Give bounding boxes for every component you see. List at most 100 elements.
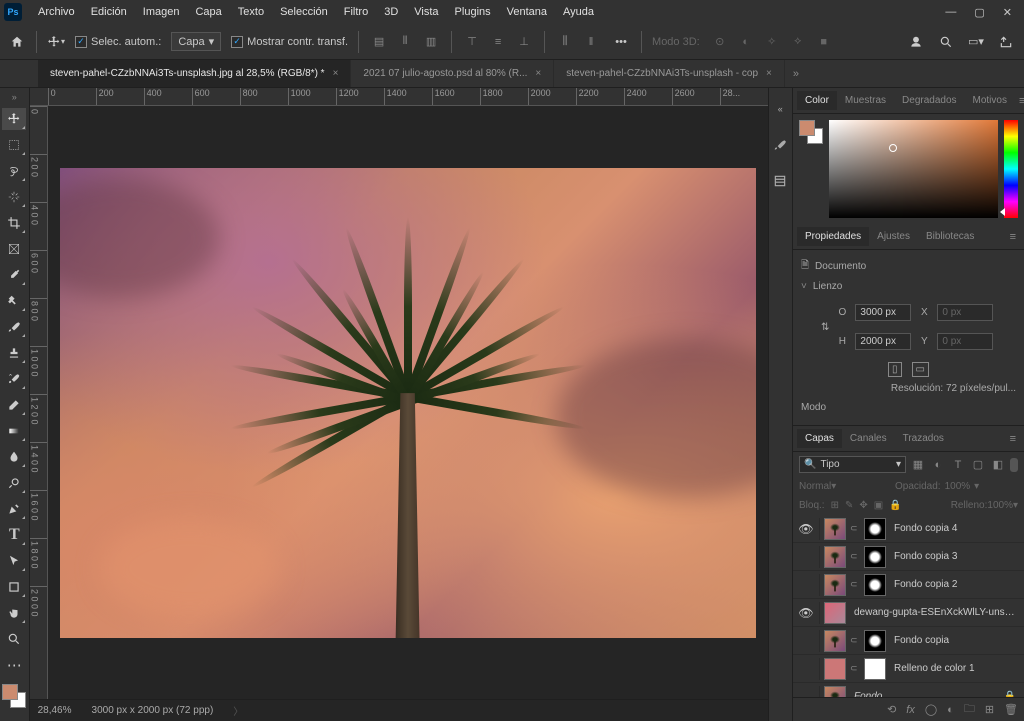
menu-edicion[interactable]: Edición	[83, 2, 135, 22]
orientation-portrait-icon[interactable]: ▯	[888, 362, 902, 377]
layer-thumbnail[interactable]	[824, 658, 846, 680]
tab-properties[interactable]: Propiedades	[797, 227, 869, 246]
align-center-h-icon[interactable]: ⫴	[395, 32, 415, 52]
menu-capa[interactable]: Capa	[187, 2, 229, 22]
visibility-icon[interactable]: 👁	[797, 606, 815, 620]
layer-name[interactable]: Fondo copia	[890, 635, 1020, 646]
delete-layer-icon[interactable]: 🗑	[1004, 703, 1018, 716]
layer-filter-dropdown[interactable]: 🔍Tipo▾	[799, 456, 906, 473]
layer-thumbnail[interactable]	[824, 686, 846, 698]
layer-mask-thumbnail[interactable]	[864, 574, 886, 596]
healing-tool[interactable]	[2, 290, 26, 312]
filter-pixel-icon[interactable]: ▦	[910, 457, 926, 473]
tab-swatches[interactable]: Muestras	[837, 91, 894, 110]
color-picker-field[interactable]	[829, 120, 998, 218]
frame-tool[interactable]	[2, 238, 26, 260]
layer-row[interactable]: 👁 ⊂ Fondo copia 4	[793, 515, 1024, 543]
maximize-icon[interactable]: ▢	[974, 6, 984, 19]
filter-toggle[interactable]	[1010, 458, 1018, 472]
tab-color[interactable]: Color	[797, 91, 837, 110]
panel-menu-icon[interactable]: ≡	[1006, 429, 1020, 449]
layer-row[interactable]: Fondo🔒	[793, 683, 1024, 697]
close-icon[interactable]: ✕	[1003, 6, 1012, 19]
menu-texto[interactable]: Texto	[230, 2, 272, 22]
layer-thumbnail[interactable]	[824, 630, 846, 652]
shape-tool[interactable]	[2, 576, 26, 598]
menu-imagen[interactable]: Imagen	[135, 2, 188, 22]
opacity-value[interactable]: 100%	[945, 481, 971, 492]
layer-row[interactable]: 👁 dewang-gupta-ESEnXckWlLY-unsplash	[793, 599, 1024, 627]
edit-toolbar[interactable]: ⋯	[2, 654, 26, 676]
layer-fx-icon[interactable]: fx	[906, 704, 915, 716]
visibility-icon[interactable]: 👁	[797, 522, 815, 536]
close-tab-icon[interactable]: ×	[333, 68, 339, 79]
quick-select-tool[interactable]	[2, 186, 26, 208]
align-middle-icon[interactable]: ≡	[488, 32, 508, 52]
layer-row[interactable]: ⊂Fondo copia 2	[793, 571, 1024, 599]
tab-channels[interactable]: Canales	[842, 429, 895, 448]
layer-row[interactable]: ⊂Fondo copia 3	[793, 543, 1024, 571]
lock-position-icon[interactable]: ✥	[859, 500, 867, 511]
menu-plugins[interactable]: Plugins	[447, 2, 499, 22]
width-field[interactable]: 3000 px	[855, 304, 911, 321]
align-top-icon[interactable]: ⊤	[462, 32, 482, 52]
brush-panel-icon[interactable]	[771, 136, 789, 154]
adjustment-layer-icon[interactable]: ◐	[947, 704, 954, 716]
filter-type-icon[interactable]: T	[950, 457, 966, 473]
distribute-v-icon[interactable]: ‖	[581, 32, 601, 52]
hue-slider[interactable]	[1004, 120, 1018, 218]
tab-overflow-icon[interactable]: »	[793, 60, 799, 87]
pen-tool[interactable]	[2, 498, 26, 520]
link-layers-icon[interactable]: ⟲	[887, 703, 896, 716]
stamp-tool[interactable]	[2, 342, 26, 364]
panel-menu-icon[interactable]: ≡	[1006, 227, 1020, 247]
layer-name[interactable]: dewang-gupta-ESEnXckWlLY-unsplash	[850, 607, 1020, 618]
layer-name[interactable]: Fondo copia 4	[890, 523, 1020, 534]
link-mask-icon[interactable]: ⊂	[850, 523, 860, 534]
move-tool-icon[interactable]: ▾	[47, 33, 65, 51]
collapse-panels-icon[interactable]: «	[771, 100, 789, 118]
menu-3d[interactable]: 3D	[376, 2, 406, 22]
layer-row[interactable]: ⊂Fondo copia	[793, 627, 1024, 655]
zoom-level[interactable]: 28,46%	[38, 705, 72, 716]
eyedropper-tool[interactable]	[2, 264, 26, 286]
doc-dimensions[interactable]: 3000 px x 2000 px (72 ppp)	[92, 705, 214, 716]
auto-select-checkbox[interactable]: Selec. autom.:	[75, 36, 161, 48]
zoom-tool[interactable]	[2, 628, 26, 650]
menu-vista[interactable]: Vista	[406, 2, 446, 22]
group-icon[interactable]: 🗀	[964, 700, 975, 719]
tab-paths[interactable]: Trazados	[895, 429, 952, 448]
align-left-icon[interactable]: ▤	[369, 32, 389, 52]
history-panel-icon[interactable]	[771, 172, 789, 190]
lasso-tool[interactable]	[2, 160, 26, 182]
type-tool[interactable]: T	[2, 524, 26, 546]
layer-row[interactable]: ⊂Relleno de color 1	[793, 655, 1024, 683]
history-brush-tool[interactable]	[2, 368, 26, 390]
document-canvas[interactable]	[60, 168, 756, 638]
gradient-tool[interactable]	[2, 420, 26, 442]
filter-smart-icon[interactable]: ◧	[990, 457, 1006, 473]
lock-pixels-icon[interactable]: ✎	[845, 500, 853, 511]
auto-select-target-dropdown[interactable]: Capa▾	[171, 32, 221, 51]
menu-seleccion[interactable]: Selección	[272, 2, 336, 22]
layer-thumbnail[interactable]	[824, 602, 846, 624]
search-icon[interactable]	[936, 32, 956, 52]
fill-value[interactable]: 100%	[987, 500, 1013, 511]
layer-mask-thumbnail[interactable]	[864, 546, 886, 568]
eraser-tool[interactable]	[2, 394, 26, 416]
layer-thumbnail[interactable]	[824, 546, 846, 568]
lock-artboard-icon[interactable]: ▣	[874, 500, 883, 511]
layer-mask-thumbnail[interactable]	[864, 518, 886, 540]
align-bottom-icon[interactable]: ⊥	[514, 32, 534, 52]
ruler-vertical[interactable]: 02 0 04 0 06 0 08 0 01 0 0 01 2 0 01 4 0…	[30, 106, 48, 699]
color-panel-swatch[interactable]	[799, 120, 823, 144]
blur-tool[interactable]	[2, 446, 26, 468]
crop-tool[interactable]	[2, 212, 26, 234]
link-mask-icon[interactable]: ⊂	[850, 579, 860, 590]
menu-ayuda[interactable]: Ayuda	[555, 2, 602, 22]
filter-adjust-icon[interactable]: ◐	[930, 457, 946, 473]
marquee-tool[interactable]	[2, 134, 26, 156]
new-layer-icon[interactable]: ⊞	[985, 703, 994, 716]
doc-tab-2[interactable]: 2021 07 julio-agosto.psd al 80% (R...×	[351, 60, 554, 87]
link-dimensions-icon[interactable]: ⇅	[821, 322, 829, 333]
